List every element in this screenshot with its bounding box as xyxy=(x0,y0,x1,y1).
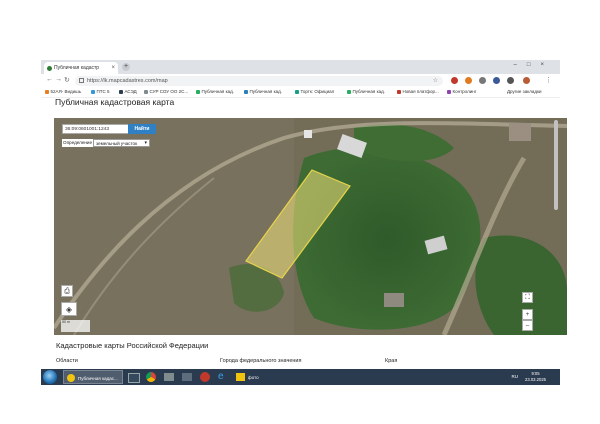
chevron-down-icon: ▾ xyxy=(144,140,147,146)
scale-bar: 50 m xyxy=(61,320,90,332)
extension-icon[interactable] xyxy=(479,77,486,84)
define-select-value: земельный участок xyxy=(96,141,138,146)
extension-icon[interactable] xyxy=(465,77,472,84)
address-bar-row: ← → ↻ https://lk.mapcadastres.com/map ☆ … xyxy=(41,74,560,89)
extension-icon[interactable] xyxy=(493,77,500,84)
column-heading-krais[interactable]: Края xyxy=(385,358,397,364)
satellite-map[interactable] xyxy=(54,118,567,335)
taskbar-app[interactable] xyxy=(125,370,141,384)
language-indicator[interactable]: RU xyxy=(512,374,519,379)
map-imagery xyxy=(54,118,567,335)
close-tab-icon[interactable]: × xyxy=(111,65,115,71)
bookmark-icon xyxy=(447,89,451,94)
internet-explorer-icon: e xyxy=(218,371,224,382)
folder-icon xyxy=(236,373,245,381)
layers-icon[interactable]: ◈ xyxy=(61,302,77,316)
start-button[interactable] xyxy=(43,370,57,384)
cadastral-search-input[interactable]: 36:09:0601001:1243 xyxy=(62,124,129,134)
bookmark-icon xyxy=(244,89,248,94)
yandex-browser-icon xyxy=(67,374,75,382)
url-field[interactable]: https://lk.mapcadastres.com/map ☆ xyxy=(75,76,443,86)
bookmark-star-icon[interactable]: ☆ xyxy=(433,76,438,86)
bookmark-icon xyxy=(196,89,200,94)
opera-icon xyxy=(200,372,210,382)
taskbar-app[interactable] xyxy=(179,370,195,384)
bookmark-icon xyxy=(144,89,148,94)
url-text: https://lk.mapcadastres.com/map xyxy=(87,78,168,84)
zoom-out-button[interactable]: – xyxy=(522,320,533,331)
extension-icon[interactable] xyxy=(507,77,514,84)
column-heading-regions[interactable]: Области xyxy=(56,358,78,364)
taskbar-app-browser[interactable]: Публичная кадас... xyxy=(63,370,123,384)
bookmark-item[interactable]: 52АЯ- Видишь xyxy=(45,89,81,94)
reload-icon[interactable]: ↻ xyxy=(64,76,70,84)
taskbar-app-label: Публичная кадас... xyxy=(78,376,118,381)
scale-label: 50 m xyxy=(62,320,70,324)
site-favicon-icon xyxy=(47,65,52,71)
menu-kebab-icon[interactable]: ⋮ xyxy=(545,76,552,84)
define-label: Определение xyxy=(62,139,94,147)
bookmark-icon xyxy=(119,89,123,94)
forward-icon[interactable]: → xyxy=(55,76,62,83)
other-bookmarks[interactable]: Другие закладки xyxy=(507,89,541,94)
bookmark-icon xyxy=(397,89,401,94)
bookmark-icon xyxy=(295,89,299,94)
window-controls[interactable]: –□× xyxy=(514,62,554,68)
chrome-icon xyxy=(146,372,156,382)
bookmark-item[interactable]: Публичная кад. xyxy=(196,89,234,94)
bookmark-icon xyxy=(347,89,351,94)
lock-icon xyxy=(79,78,84,84)
taskbar-app-folder[interactable]: фото xyxy=(233,370,289,384)
media-icon xyxy=(164,373,174,381)
taskbar-app[interactable] xyxy=(143,370,159,384)
section-title: Кадастровые карты Российской Федерации xyxy=(56,341,209,350)
window-icon xyxy=(128,373,140,383)
clock-date: 23.03.2025 xyxy=(525,377,546,382)
extension-icon[interactable] xyxy=(451,77,458,84)
back-icon[interactable]: ← xyxy=(46,76,53,83)
browser-tab-strip: Публичная кадастр × + –□× xyxy=(41,60,560,74)
bookmark-item[interactable]: Публичная кад. xyxy=(347,89,385,94)
bookmark-item[interactable]: Новая платфор... xyxy=(397,89,439,94)
profile-avatar-icon[interactable] xyxy=(523,77,530,84)
column-heading-federal-cities[interactable]: Города федерального значения xyxy=(220,358,301,364)
taskbar-app-label: фото xyxy=(248,375,259,380)
page-title: Публичная кадастровая карта xyxy=(55,97,175,107)
system-clock[interactable]: 9:05 23.03.2025 xyxy=(525,371,546,383)
bookmark-item[interactable]: Тортк: Официал xyxy=(295,89,334,94)
new-tab-button[interactable]: + xyxy=(122,63,130,71)
bookmark-icon xyxy=(91,89,95,94)
browser-tab[interactable]: Публичная кадастр × xyxy=(44,62,118,74)
bookmark-item[interactable]: СУР СОУ ОО 2С... xyxy=(144,89,188,94)
bookmark-icon xyxy=(45,89,49,94)
define-select[interactable]: земельный участок ▾ xyxy=(93,139,150,147)
tools-icon xyxy=(182,373,192,381)
taskbar-app[interactable] xyxy=(161,370,177,384)
bookmark-item[interactable]: ПТС 5 xyxy=(91,89,110,94)
windows-taskbar: Публичная кадас... e фото RU 9:05 23.03.… xyxy=(41,369,560,385)
bookmark-item[interactable]: АСЭД xyxy=(119,89,137,94)
page-scrollbar[interactable] xyxy=(554,120,558,210)
taskbar-app[interactable]: e xyxy=(215,370,231,384)
fullscreen-icon[interactable]: ⛶ xyxy=(522,292,533,303)
zoom-in-button[interactable]: + xyxy=(522,309,533,320)
taskbar-app[interactable] xyxy=(197,370,213,384)
bookmark-item[interactable]: Контролинг xyxy=(447,89,476,94)
tab-title: Публичная кадастр xyxy=(54,65,100,71)
print-map-button[interactable]: ⎙ xyxy=(61,285,73,297)
bookmark-item[interactable]: Публичная кад. xyxy=(244,89,282,94)
find-button[interactable]: Найти xyxy=(128,124,156,134)
